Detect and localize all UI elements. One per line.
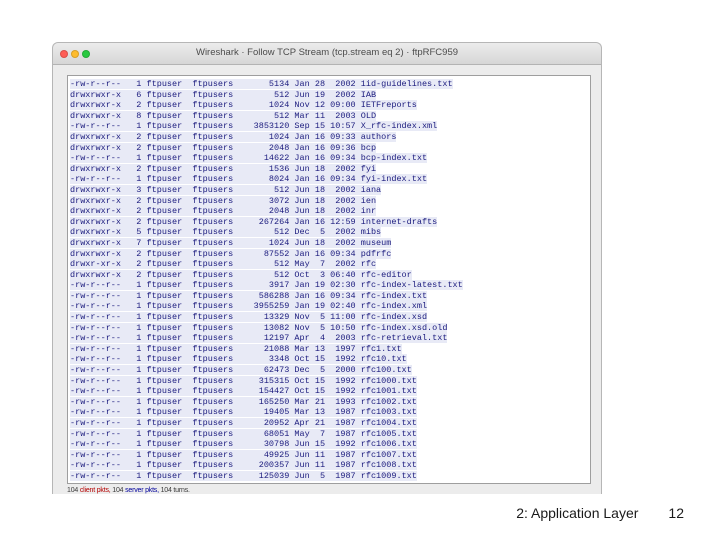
stats-client-label: client pkts,	[80, 487, 111, 494]
listing-row: -rw-r--r-- 1 ftpuser ftpusers 19405 Mar …	[70, 407, 590, 418]
footer-page-number: 12	[668, 505, 684, 521]
listing-row: drwxrwxr-x 5 ftpuser ftpusers 512 Dec 5 …	[70, 227, 590, 238]
stats-mid: 104	[111, 487, 126, 494]
listing-row: -rw-r--r-- 1 ftpuser ftpusers 3348 Oct 1…	[70, 354, 590, 365]
window-title: Wireshark · Follow TCP Stream (tcp.strea…	[53, 47, 601, 58]
listing-row: drwxrwxr-x 2 ftpuser ftpusers 3072 Jun 1…	[70, 196, 590, 207]
listing-row: -rw-r--r-- 1 ftpuser ftpusers 13329 Nov …	[70, 312, 590, 323]
listing-row: -rw-r--r-- 1 ftpuser ftpusers 8024 Jan 1…	[70, 174, 590, 185]
listing-row: drwxrwxr-x 8 ftpuser ftpusers 512 Mar 11…	[70, 111, 590, 122]
listing-row: -rw-r--r-- 1 ftpuser ftpusers 125039 Jun…	[70, 471, 590, 482]
listing-row: -rw-r--r-- 1 ftpuser ftpusers 3853120 Se…	[70, 121, 590, 132]
listing-row: drwxrwxr-x 2 ftpuser ftpusers 2048 Jun 1…	[70, 206, 590, 217]
listing-row: -rw-r--r-- 1 ftpuser ftpusers 20952 Apr …	[70, 418, 590, 429]
listing-row: -rw-r--r-- 1 ftpuser ftpusers 3917 Jan 1…	[70, 280, 590, 291]
listing-row: drwxr-xr-x 2 ftpuser ftpusers 512 May 7 …	[70, 259, 590, 270]
listing-row: -rw-r--r-- 1 ftpuser ftpusers 30798 Jun …	[70, 439, 590, 450]
footer-section-title: 2: Application Layer	[516, 505, 638, 521]
listing-row: -rw-r--r-- 1 ftpuser ftpusers 62473 Dec …	[70, 365, 590, 376]
listing-row: -rw-r--r-- 1 ftpuser ftpusers 49925 Jun …	[70, 450, 590, 461]
listing-row: -rw-r--r-- 1 ftpuser ftpusers 13082 Nov …	[70, 323, 590, 334]
tcp-stream-content-pane[interactable]: -rw-r--r-- 1 ftpuser ftpusers 5134 Jan 2…	[67, 75, 591, 484]
listing-row: -rw-r--r-- 1 ftpuser ftpusers 5134 Jan 2…	[70, 79, 590, 90]
slide-footer: 2: Application Layer 12	[516, 505, 684, 521]
listing-row: -rw-r--r-- 1 ftpuser ftpusers 3955259 Ja…	[70, 301, 590, 312]
listing-row: -rw-r--r-- 1 ftpuser ftpusers 586288 Jan…	[70, 291, 590, 302]
listing-row: drwxrwxr-x 3 ftpuser ftpusers 512 Jun 18…	[70, 185, 590, 196]
listing-row: -rw-r--r-- 1 ftpuser ftpusers 315315 Oct…	[70, 376, 590, 387]
listing-row: -rw-r--r-- 1 ftpuser ftpusers 12197 Apr …	[70, 333, 590, 344]
listing-row: drwxrwxr-x 2 ftpuser ftpusers 267264 Jan…	[70, 217, 590, 228]
listing-row: drwxrwxr-x 2 ftpuser ftpusers 87552 Jan …	[70, 249, 590, 260]
listing-row: drwxrwxr-x 6 ftpuser ftpusers 512 Jun 19…	[70, 90, 590, 101]
listing-row: drwxrwxr-x 2 ftpuser ftpusers 1024 Nov 1…	[70, 100, 590, 111]
stats-suffix: 104 turns.	[159, 487, 190, 494]
listing-row: drwxrwxr-x 2 ftpuser ftpusers 1024 Jan 1…	[70, 132, 590, 143]
wireshark-follow-stream-window: Wireshark · Follow TCP Stream (tcp.strea…	[52, 42, 602, 494]
listing-row: drwxrwxr-x 2 ftpuser ftpusers 512 Oct 3 …	[70, 270, 590, 281]
stats-prefix: 104	[67, 487, 80, 494]
listing-row: drwxrwxr-x 7 ftpuser ftpusers 1024 Jun 1…	[70, 238, 590, 249]
listing-row: -rw-r--r-- 1 ftpuser ftpusers 154427 Oct…	[70, 386, 590, 397]
listing-row: drwxrwxr-x 2 ftpuser ftpusers 2048 Jan 1…	[70, 143, 590, 154]
listing-row: -rw-r--r-- 1 ftpuser ftpusers 165250 Mar…	[70, 397, 590, 408]
stream-stats-label: 104 client pkts, 104 server pkts, 104 tu…	[67, 487, 190, 494]
listing-row: -rw-r--r-- 1 ftpuser ftpusers 21088 Mar …	[70, 344, 590, 355]
stats-server-label: server pkts,	[125, 487, 159, 494]
window-titlebar[interactable]: Wireshark · Follow TCP Stream (tcp.strea…	[53, 43, 601, 65]
listing-row: -rw-r--r-- 1 ftpuser ftpusers 68051 May …	[70, 429, 590, 440]
slide: Wireshark · Follow TCP Stream (tcp.strea…	[0, 0, 720, 540]
listing-row: drwxrwxr-x 2 ftpuser ftpusers 1536 Jun 1…	[70, 164, 590, 175]
listing-row: -rw-r--r-- 1 ftpuser ftpusers 200357 Jun…	[70, 460, 590, 471]
listing-row: -rw-r--r-- 1 ftpuser ftpusers 14622 Jan …	[70, 153, 590, 164]
